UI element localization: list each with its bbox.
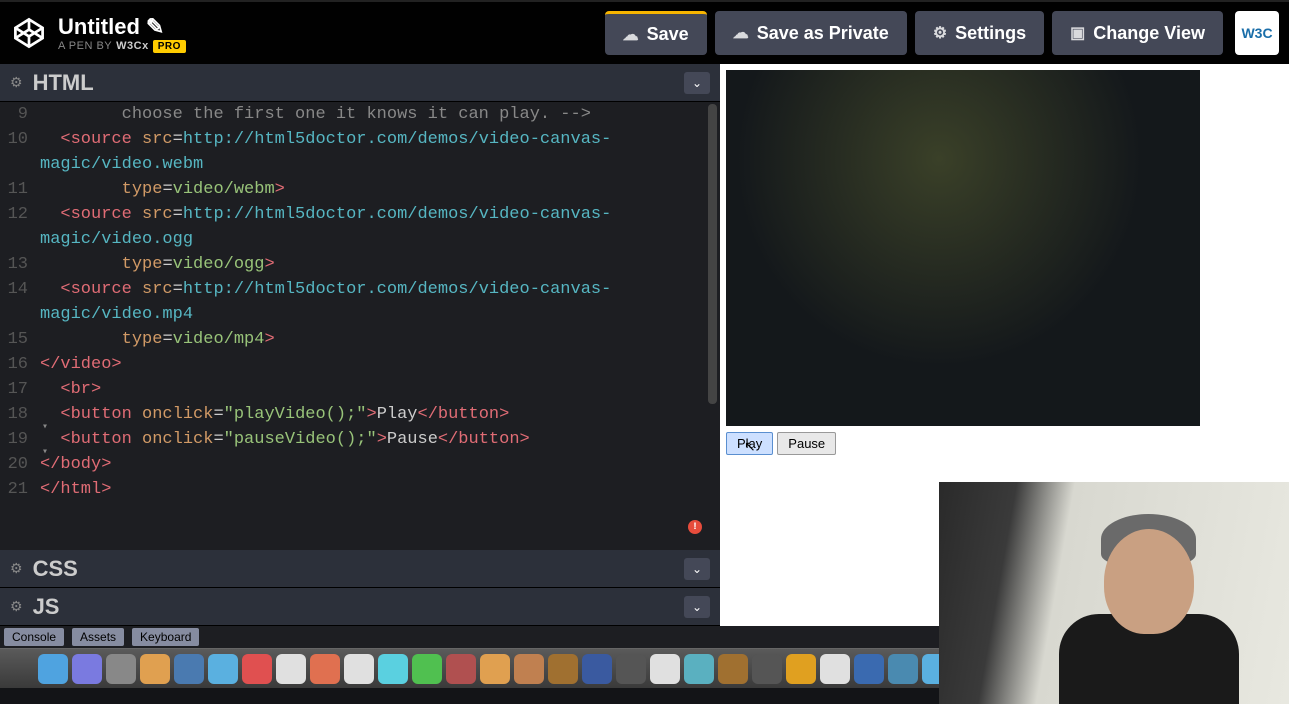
save-label: Save (647, 24, 689, 45)
html-panel-header: ⚙ HTML ⌄ (0, 64, 720, 102)
dock-app-icon[interactable] (616, 654, 646, 684)
js-settings-icon[interactable]: ⚙ (10, 598, 23, 615)
dock-app-icon[interactable] (344, 654, 374, 684)
pen-author[interactable]: W3Cx (116, 40, 149, 52)
keyboard-button[interactable]: Keyboard (132, 628, 199, 646)
line-number: 21 (0, 477, 40, 502)
avatar[interactable]: W3C (1235, 11, 1279, 55)
dock-app-icon[interactable] (548, 654, 578, 684)
gear-icon: ⚙ (933, 23, 947, 43)
js-collapse-icon[interactable]: ⌄ (684, 596, 710, 618)
dock-app-icon[interactable] (378, 654, 408, 684)
dock-app-icon[interactable] (752, 654, 782, 684)
save-private-button[interactable]: ☁ Save as Private (715, 11, 907, 55)
line-number: 13 (0, 252, 40, 277)
dock-app-icon[interactable] (718, 654, 748, 684)
dock-app-icon[interactable] (820, 654, 850, 684)
line-number: 20 (0, 452, 40, 477)
edit-title-icon[interactable]: ✎ (146, 14, 164, 40)
dock-app-icon[interactable] (786, 654, 816, 684)
dock-app-icon[interactable] (412, 654, 442, 684)
cloud-icon: ☁ (623, 25, 639, 45)
preview-pause-button[interactable]: Pause (777, 432, 836, 455)
line-number: 17 (0, 377, 40, 402)
editor-column: ⚙ HTML ⌄ 9 choose the first one it knows… (0, 64, 720, 626)
line-number: 9 (0, 102, 40, 127)
dock-app-icon[interactable] (310, 654, 340, 684)
save-button[interactable]: ☁ Save (605, 11, 707, 55)
dock-app-icon[interactable] (446, 654, 476, 684)
line-number: 15 (0, 327, 40, 352)
settings-button[interactable]: ⚙ Settings (915, 11, 1044, 55)
dock-app-icon[interactable] (480, 654, 510, 684)
fold-icon[interactable]: ▾ (42, 415, 48, 440)
css-settings-icon[interactable]: ⚙ (10, 560, 23, 577)
fold-icon[interactable]: ▾ (42, 440, 48, 465)
dock-app-icon[interactable] (140, 654, 170, 684)
person (1049, 504, 1249, 704)
change-view-button[interactable]: ▣ Change View (1052, 11, 1223, 55)
line-number: 12 (0, 202, 40, 252)
line-number: 19 (0, 427, 40, 452)
line-number: 10 (0, 127, 40, 177)
top-bar: Untitled ✎ A PEN BY W3Cx PRO ☁ Save ☁ Sa… (0, 0, 1289, 64)
dock-app-icon[interactable] (38, 654, 68, 684)
html-panel-label: HTML (33, 70, 94, 96)
line-number: 11 (0, 177, 40, 202)
preview-controls: Play Pause ↖ (726, 432, 1283, 455)
preview-video[interactable] (726, 70, 1200, 426)
pen-subtitle-prefix: A PEN BY (58, 40, 112, 52)
dock-app-icon[interactable] (888, 654, 918, 684)
change-view-label: Change View (1093, 23, 1205, 44)
scrollbar[interactable] (708, 104, 717, 404)
cloud-lock-icon: ☁ (733, 23, 749, 43)
pro-badge: PRO (153, 40, 186, 53)
html-code-editor[interactable]: 9 choose the first one it knows it can p… (0, 102, 720, 550)
dock-app-icon[interactable] (582, 654, 612, 684)
dock-app-icon[interactable] (72, 654, 102, 684)
codepen-logo-icon[interactable] (10, 14, 48, 52)
error-indicator-icon[interactable]: ! (688, 520, 702, 534)
settings-label: Settings (955, 23, 1026, 44)
console-button[interactable]: Console (4, 628, 64, 646)
line-number: 14 (0, 277, 40, 327)
dock-app-icon[interactable] (242, 654, 272, 684)
css-panel-header: ⚙ CSS ⌄ (0, 550, 720, 588)
title-area: Untitled ✎ A PEN BY W3Cx PRO (58, 14, 186, 53)
dock-app-icon[interactable] (174, 654, 204, 684)
dock-app-icon[interactable] (276, 654, 306, 684)
css-collapse-icon[interactable]: ⌄ (684, 558, 710, 580)
dock-app-icon[interactable] (684, 654, 714, 684)
line-number: 18 (0, 402, 40, 427)
dock-app-icon[interactable] (208, 654, 238, 684)
dock-app-icon[interactable] (854, 654, 884, 684)
line-number: 16 (0, 352, 40, 377)
cursor-icon: ↖ (744, 438, 756, 455)
html-settings-icon[interactable]: ⚙ (10, 74, 23, 91)
dock-app-icon[interactable] (106, 654, 136, 684)
dock-app-icon[interactable] (514, 654, 544, 684)
layout-icon: ▣ (1070, 23, 1085, 43)
save-private-label: Save as Private (757, 23, 889, 44)
top-buttons: ☁ Save ☁ Save as Private ⚙ Settings ▣ Ch… (605, 11, 1279, 55)
dock-app-icon[interactable] (650, 654, 680, 684)
assets-button[interactable]: Assets (72, 628, 124, 646)
html-collapse-icon[interactable]: ⌄ (684, 72, 710, 94)
js-panel-label: JS (33, 594, 60, 620)
pen-title[interactable]: Untitled (58, 14, 140, 40)
css-panel-label: CSS (33, 556, 78, 582)
webcam-overlay (939, 482, 1289, 704)
js-panel-header: ⚙ JS ⌄ (0, 588, 720, 626)
